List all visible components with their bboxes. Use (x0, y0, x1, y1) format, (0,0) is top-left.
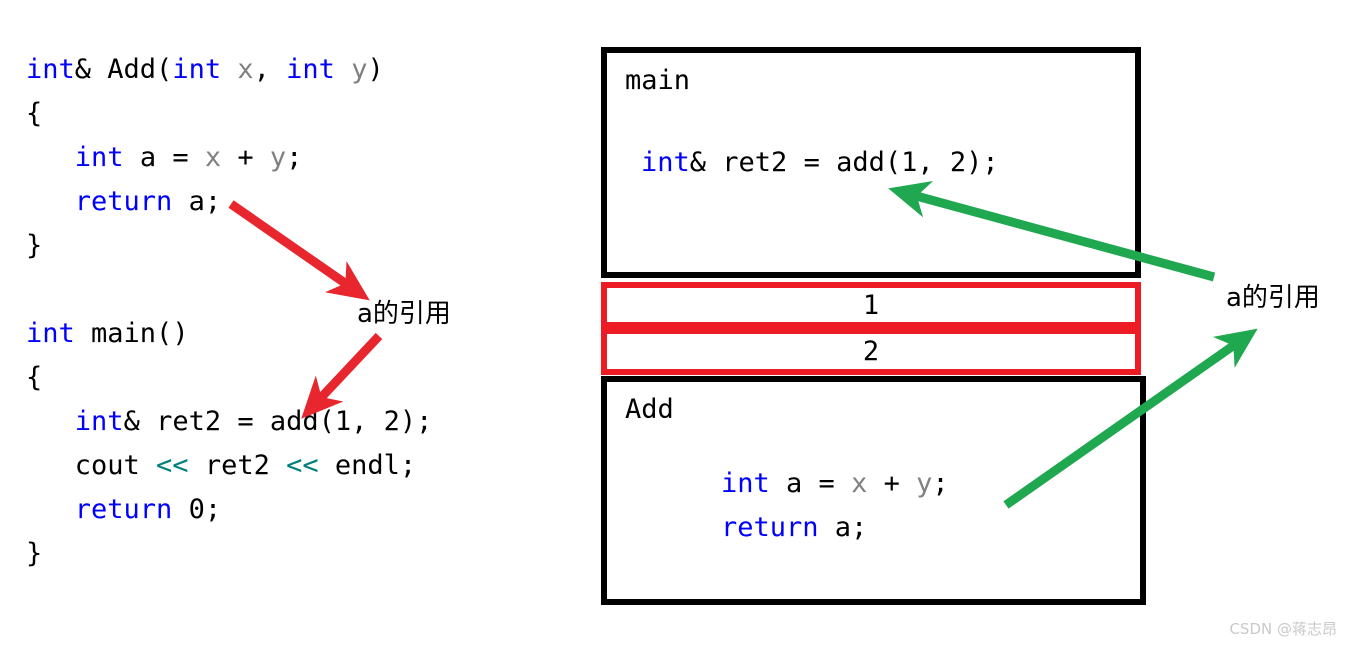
left-code-token: int (74, 406, 124, 437)
left-code-token: int (286, 54, 335, 85)
left-code-token: int (172, 54, 222, 85)
left-code-line: int& Add(int x, int y) (26, 48, 432, 92)
left-code-token (26, 494, 75, 525)
csdn-watermark: CSDN @蒋志昂 (1229, 620, 1337, 638)
left-code-token: } (26, 230, 43, 261)
main-frame-title: main (625, 65, 691, 96)
left-code-token: ; (286, 142, 303, 173)
left-code-line: cout << ret2 << endl; (26, 444, 432, 488)
left-code-token: main() (74, 318, 189, 349)
left-code-token: return (74, 494, 173, 525)
left-code-token (26, 274, 42, 305)
add-frame-code-line: int a = x + y; (721, 462, 949, 506)
stack-slot-1: 1 (601, 282, 1141, 328)
left-code-token: int (26, 54, 75, 85)
stack-slot-1-value: 1 (862, 290, 880, 321)
diagram-canvas: int& Add(int x, int y){ int a = x + y; r… (0, 0, 1349, 649)
left-code-line: { (26, 356, 432, 400)
left-code-token: a = (123, 142, 205, 173)
left-code-line: int& ret2 = add(1, 2); (26, 400, 433, 444)
left-code-token: x (204, 142, 222, 173)
left-code-line: return a; (26, 180, 432, 224)
left-code-line: int a = x + y; (26, 136, 432, 180)
add-frame-title: Add (625, 394, 674, 425)
left-code-token: endl; (318, 450, 417, 481)
main-frame-code-token: int (641, 147, 690, 178)
left-code-token: x (237, 54, 254, 85)
left-code-token: ) (367, 54, 384, 85)
left-code-token: a; (172, 186, 222, 217)
left-code-token: return (74, 186, 173, 217)
add-frame-box: Add int a = x + y; return a; (601, 376, 1146, 605)
main-frame-code: int& ret2 = add(1, 2); (641, 141, 999, 185)
add-frame-code-token: y (916, 468, 933, 499)
right-annotation-label: a的引用 (1226, 283, 1320, 313)
left-code-token: + (221, 142, 270, 173)
add-frame-code-token: return (721, 512, 819, 543)
add-frame-code-token: + (867, 468, 917, 499)
left-code-token: ret2 (188, 450, 287, 481)
left-code-line: } (26, 532, 432, 576)
left-code-token: & Add( (74, 54, 173, 85)
left-code-line: return 0; (26, 488, 432, 532)
left-code-line: } (26, 224, 432, 268)
stack-slot-2: 2 (601, 328, 1141, 375)
stack-slot-2-value: 2 (862, 336, 880, 367)
left-code-token: & ret2 = add(1, 2); (123, 406, 433, 437)
left-code-token: int (26, 318, 75, 349)
add-frame-code-token: ; (932, 468, 949, 499)
add-frame-code: int a = x + y; return a; (721, 462, 949, 550)
left-code-token: << (286, 450, 319, 481)
add-frame-code-token: a = (769, 468, 852, 499)
main-frame-code-token: & ret2 = add(1, 2); (689, 147, 999, 178)
left-code-token: cout (26, 450, 157, 481)
left-code-line: { (26, 92, 432, 136)
left-code-token: } (26, 538, 43, 569)
left-code-token: y (351, 54, 368, 85)
left-code-token (221, 54, 237, 85)
left-code-token (335, 54, 351, 85)
add-frame-code-line: return a; (721, 506, 949, 550)
left-code-token: { (26, 98, 43, 129)
left-code-token: { (26, 362, 43, 393)
left-code-token: 0; (172, 494, 222, 525)
add-frame-code-token: x (851, 468, 868, 499)
left-code-token: , (253, 54, 287, 85)
main-frame-box: main int& ret2 = add(1, 2); (601, 47, 1141, 278)
left-code-token: int (74, 142, 124, 173)
left-code-token: << (156, 450, 189, 481)
left-annotation-label: a的引用 (357, 299, 451, 329)
left-code-token (26, 142, 75, 173)
add-frame-code-token: int (721, 468, 770, 499)
add-frame-code-token: a; (818, 512, 868, 543)
left-code-token: y (269, 142, 287, 173)
left-code-token (26, 406, 75, 437)
main-frame-code-line: int& ret2 = add(1, 2); (641, 141, 999, 185)
left-code-token (26, 186, 75, 217)
